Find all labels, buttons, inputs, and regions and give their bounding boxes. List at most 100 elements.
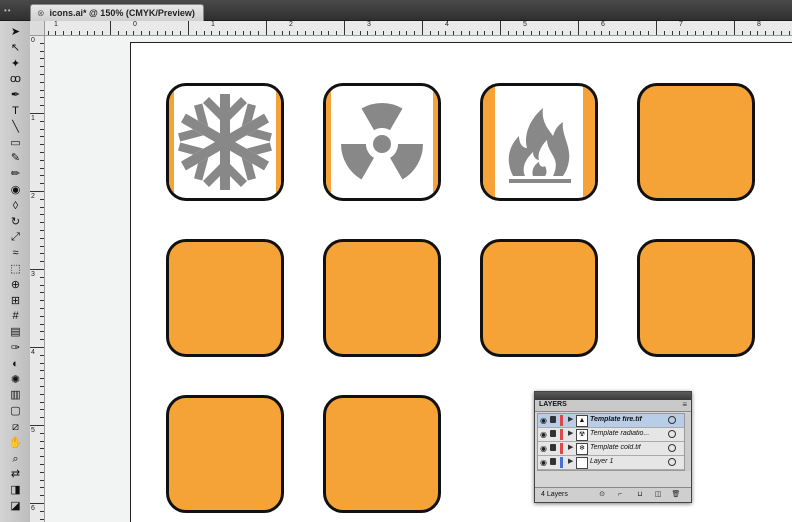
layers-footer: 4 Layers ⊙ ⌐ ⊔ ◫ 🗑: [535, 487, 691, 502]
ruler-tick: [531, 31, 533, 35]
window-grip-icon[interactable]: ••: [4, 6, 12, 15]
ruler-tick: [500, 21, 501, 35]
artboard-tool-icon[interactable]: ▢: [8, 404, 23, 419]
target-circle-icon[interactable]: [668, 430, 676, 438]
ruler-tick: [40, 136, 44, 138]
eyedropper-tool-icon[interactable]: ✑: [8, 341, 23, 356]
visibility-eye-icon[interactable]: ◉: [540, 416, 547, 425]
type-tool-icon[interactable]: T: [8, 104, 23, 119]
ruler-tick: [30, 503, 44, 504]
make-clipping-mask-icon[interactable]: ⌐: [615, 490, 625, 499]
tile-radiation[interactable]: [323, 83, 441, 201]
expand-triangle-icon[interactable]: ▶: [568, 429, 573, 437]
ruler-tick: [570, 31, 572, 35]
scale-tool-icon[interactable]: ⤢: [8, 230, 23, 245]
new-layer-icon[interactable]: ◫: [653, 490, 663, 499]
layer-name[interactable]: Template fire.tif: [590, 416, 658, 423]
layer-row[interactable]: ◉ ▶ Layer 1: [538, 456, 684, 470]
visibility-eye-icon[interactable]: ◉: [540, 430, 547, 439]
gradient-tool-icon[interactable]: ▤: [8, 325, 23, 340]
warp-tool-icon[interactable]: ≈: [8, 246, 23, 261]
shape-builder-tool-icon[interactable]: ⊕: [8, 278, 23, 293]
line-tool-icon[interactable]: ╲: [8, 120, 23, 135]
ruler-tick: [609, 31, 611, 35]
swap-colors-icon[interactable]: ⇄: [8, 467, 23, 482]
pencil-tool-icon[interactable]: ✏: [8, 167, 23, 182]
ruler-number: 2: [289, 21, 293, 28]
tile-blank[interactable]: [323, 395, 441, 513]
layers-scrollbar[interactable]: [684, 413, 691, 471]
ruler-tick: [40, 144, 44, 146]
tile-blank[interactable]: [166, 239, 284, 357]
vertical-ruler[interactable]: 0 1 2 3 4 5 6: [30, 35, 45, 522]
ruler-tick: [40, 198, 44, 200]
lock-icon[interactable]: [550, 430, 556, 437]
perspective-grid-tool-icon[interactable]: ⊞: [8, 294, 23, 309]
symbol-sprayer-tool-icon[interactable]: ✺: [8, 373, 23, 388]
hand-tool-icon[interactable]: ✋: [8, 436, 23, 451]
mesh-tool-icon[interactable]: #: [8, 309, 23, 324]
selection-tool-icon[interactable]: ➤: [8, 25, 23, 40]
expand-triangle-icon[interactable]: ▶: [568, 415, 573, 423]
layers-panel-header[interactable]: [535, 392, 691, 400]
ruler-origin[interactable]: [30, 21, 45, 36]
blend-tool-icon[interactable]: ◐: [8, 357, 23, 372]
lock-icon[interactable]: [550, 444, 556, 451]
ruler-tick: [40, 432, 44, 434]
tile-blank[interactable]: [637, 83, 755, 201]
tile-blank[interactable]: [323, 239, 441, 357]
layer-name[interactable]: Layer 1: [590, 458, 658, 465]
magic-wand-tool-icon[interactable]: ✦: [8, 57, 23, 72]
lock-icon[interactable]: [550, 458, 556, 465]
zoom-tool-icon[interactable]: ⌕: [8, 452, 23, 467]
ruler-number: 4: [445, 21, 449, 28]
locate-object-icon[interactable]: ⊙: [597, 490, 607, 499]
layer-row[interactable]: ◉ ▶ ☢ Template radiatio...: [538, 428, 684, 442]
expand-triangle-icon[interactable]: ▶: [568, 457, 573, 465]
ruler-tick: [40, 253, 44, 255]
new-sublayer-icon[interactable]: ⊔: [635, 490, 645, 499]
layer-row[interactable]: ◉ ▶ ❄ Template cold.tif: [538, 442, 684, 456]
column-graph-tool-icon[interactable]: ▥: [8, 388, 23, 403]
drawing-mode-icon[interactable]: ◪: [8, 499, 23, 514]
layer-name[interactable]: Template radiatio...: [590, 430, 658, 437]
layers-panel[interactable]: LAYERS ≡ ◉ ▶ ▲ Template fire.tif ◉ ▶ ☢ Template…: [534, 391, 692, 503]
blob-brush-tool-icon[interactable]: ◉: [8, 183, 23, 198]
tile-blank[interactable]: [637, 239, 755, 357]
visibility-eye-icon[interactable]: ◉: [540, 444, 547, 453]
ruler-tick: [367, 31, 369, 35]
close-tab-icon[interactable]: ⊗: [37, 5, 47, 21]
panel-menu-icon[interactable]: ≡: [682, 400, 687, 409]
layers-tab[interactable]: LAYERS: [539, 401, 567, 408]
rotate-tool-icon[interactable]: ↻: [8, 215, 23, 230]
tile-fire[interactable]: [480, 83, 598, 201]
ruler-tick: [40, 495, 44, 497]
free-transform-tool-icon[interactable]: ⬚: [8, 262, 23, 277]
ruler-number: 1: [31, 115, 35, 122]
target-circle-icon[interactable]: [668, 444, 676, 452]
pen-tool-icon[interactable]: ✒: [8, 88, 23, 103]
artboard[interactable]: [130, 42, 792, 522]
horizontal-ruler[interactable]: 1 0 1 2 3 4 5 6 7 8: [30, 21, 792, 36]
document-tab[interactable]: ⊗ icons.ai* @ 150% (CMYK/Preview): [30, 4, 204, 21]
visibility-eye-icon[interactable]: ◉: [540, 458, 547, 467]
lasso-tool-icon[interactable]: ꝏ: [8, 72, 23, 87]
ruler-number: 0: [133, 21, 137, 28]
paintbrush-tool-icon[interactable]: ✎: [8, 151, 23, 166]
target-circle-icon[interactable]: [668, 458, 676, 466]
lock-icon[interactable]: [550, 416, 556, 423]
target-circle-icon[interactable]: [668, 416, 676, 424]
layer-row[interactable]: ◉ ▶ ▲ Template fire.tif: [538, 414, 684, 428]
rectangle-tool-icon[interactable]: ▭: [8, 136, 23, 151]
tile-blank[interactable]: [480, 239, 598, 357]
tile-snowflake[interactable]: [166, 83, 284, 201]
slice-tool-icon[interactable]: ⧄: [8, 420, 23, 435]
fill-stroke-swatches-icon[interactable]: ◨: [8, 483, 23, 498]
tile-blank[interactable]: [166, 395, 284, 513]
layer-name[interactable]: Template cold.tif: [590, 444, 658, 451]
ruler-tick: [40, 456, 44, 458]
expand-triangle-icon[interactable]: ▶: [568, 443, 573, 451]
delete-layer-icon[interactable]: 🗑: [671, 490, 681, 499]
eraser-tool-icon[interactable]: ◊: [8, 199, 23, 214]
direct-selection-tool-icon[interactable]: ↖: [8, 41, 23, 56]
